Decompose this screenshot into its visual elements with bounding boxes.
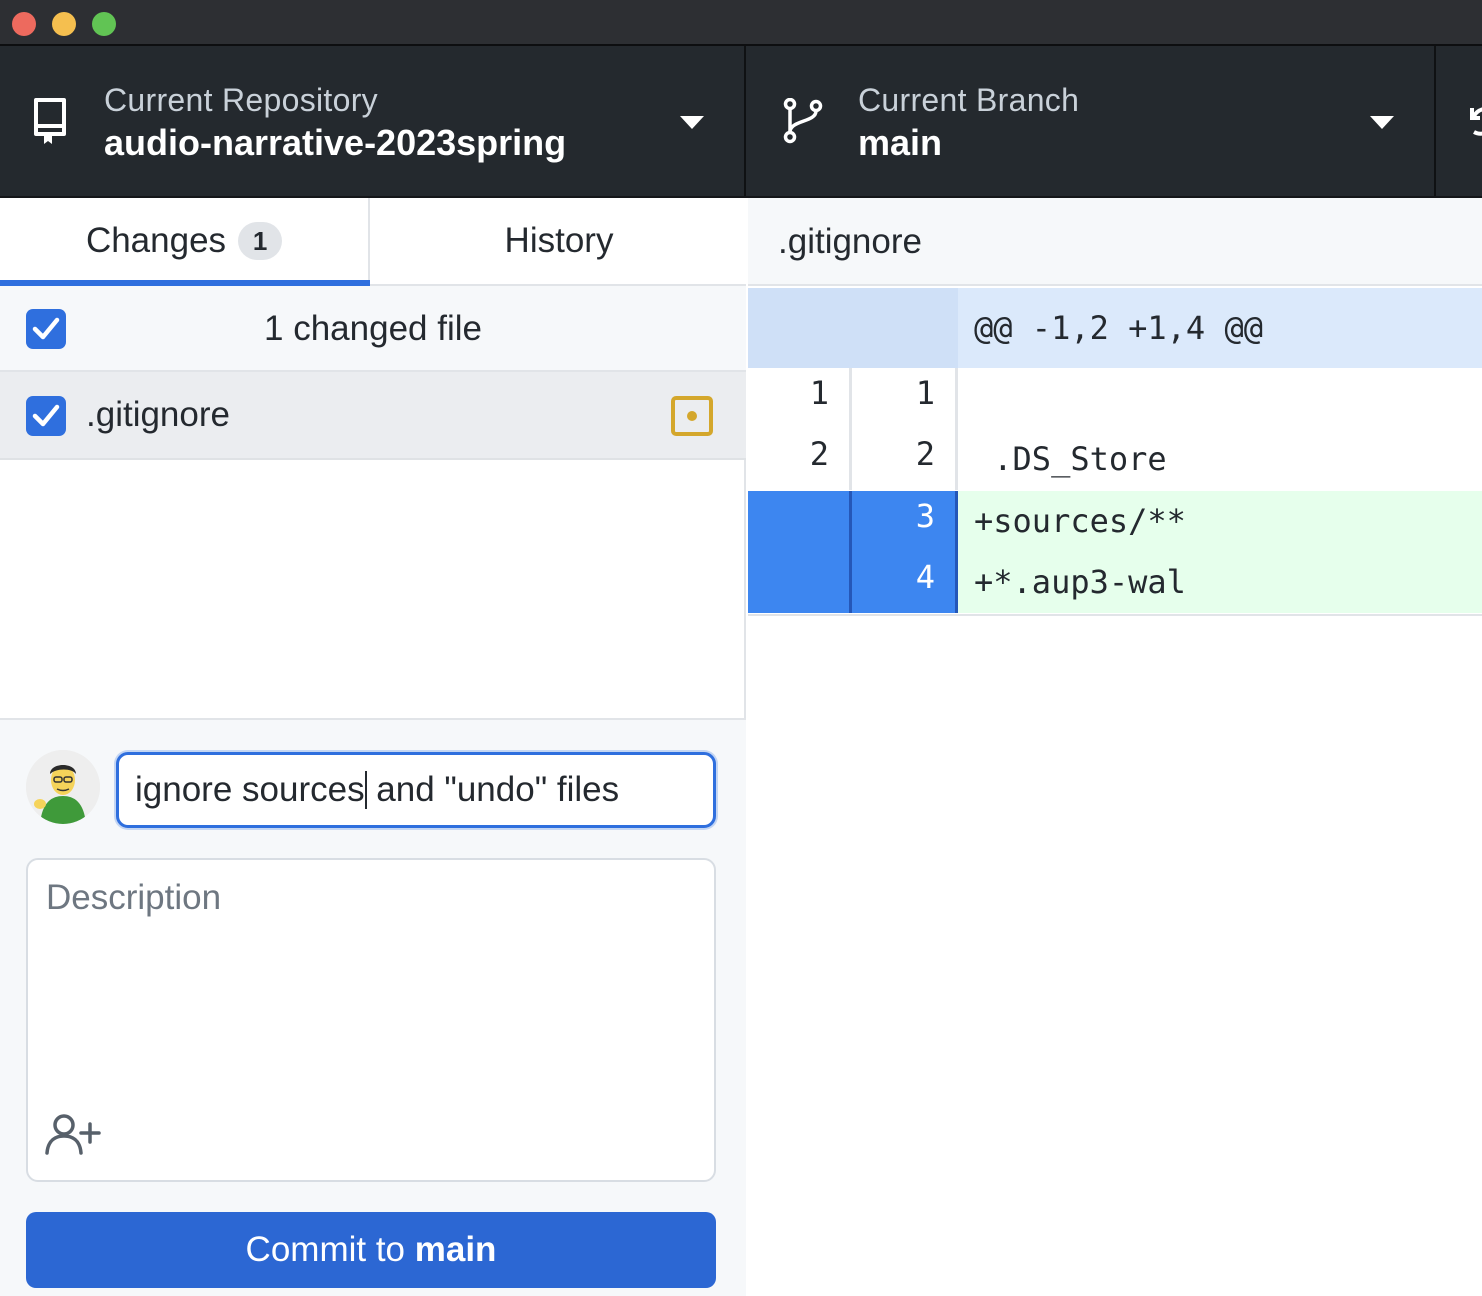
commit-button-label: Commit to <box>245 1230 415 1269</box>
checkmark-icon <box>32 404 60 427</box>
chevron-down-icon <box>680 116 704 129</box>
repo-icon <box>30 96 70 153</box>
diff-line-text: +sources/** <box>974 502 1186 540</box>
tab-changes-label: Changes <box>85 221 227 260</box>
changed-file-name: .gitignore <box>86 395 230 434</box>
new-line-number: 3 <box>852 491 958 552</box>
commit-button[interactable]: Commit to main <box>26 1212 716 1288</box>
hunk-header-text: @@ -1,2 +1,4 @@ <box>974 309 1263 347</box>
select-all-checkbox[interactable] <box>26 309 66 349</box>
git-branch-icon <box>782 97 824 149</box>
maximize-window-button[interactable] <box>92 12 116 36</box>
summary-text-after-cursor: and "undo" files <box>366 770 620 809</box>
commit-summary-input[interactable]: ignore sources and "undo" files <box>116 752 716 828</box>
branch-label: Current Branch <box>858 82 1080 118</box>
changed-file-row[interactable]: .gitignore <box>0 372 746 460</box>
new-line-number: 4 <box>852 552 958 613</box>
toolbar: Current Repository audio-narrative-2023s… <box>0 46 1482 198</box>
old-line-number: 1 <box>748 368 852 429</box>
checkmark-icon <box>32 317 60 340</box>
diff-file-header: .gitignore <box>748 198 1482 286</box>
repository-label: Current Repository <box>104 82 378 118</box>
diff-pane: .gitignore @@ -1,2 +1,4 @@ 1 1 2 2 .DS_S… <box>748 198 1482 1296</box>
minimize-window-button[interactable] <box>52 12 76 36</box>
hunk-gutter <box>748 288 958 368</box>
old-line-number <box>748 552 852 613</box>
changes-list-header: 1 changed file <box>0 286 746 372</box>
window-titlebar <box>0 0 1482 46</box>
diff-line[interactable]: 2 2 .DS_Store <box>748 429 1482 490</box>
tab-changes[interactable]: Changes 1 <box>0 198 370 286</box>
sidebar-tabs: Changes 1 History <box>0 198 746 286</box>
current-branch-selector[interactable]: Current Branch main <box>748 46 1436 196</box>
changes-count-badge: 1 <box>238 222 283 260</box>
changed-files-count: 1 changed file <box>264 309 482 348</box>
new-line-number: 1 <box>852 368 958 429</box>
current-repository-selector[interactable]: Current Repository audio-narrative-2023s… <box>0 46 746 196</box>
chevron-down-icon <box>1370 116 1394 129</box>
file-modified-icon <box>671 396 713 436</box>
repository-name: audio-narrative-2023spring <box>104 122 567 163</box>
diff-file-path: .gitignore <box>778 222 922 261</box>
tab-history-label: History <box>504 221 614 260</box>
branch-name: main <box>858 122 943 163</box>
file-include-checkbox[interactable] <box>26 396 66 436</box>
diff-line-text: .DS_Store <box>974 440 1167 478</box>
diff-hunk-header[interactable]: @@ -1,2 +1,4 @@ <box>748 288 1482 368</box>
old-line-number: 2 <box>748 429 852 490</box>
new-line-number: 2 <box>852 429 958 490</box>
diff-divider <box>748 614 1482 616</box>
add-coauthor-icon[interactable] <box>44 1112 102 1161</box>
sidebar: Changes 1 History 1 changed file .gitign… <box>0 198 746 1296</box>
diff-line-added[interactable]: 3 +sources/** <box>748 491 1482 552</box>
commit-description-field[interactable]: Description <box>26 858 716 1182</box>
diff-line-added[interactable]: 4 +*.aup3-wal <box>748 552 1482 613</box>
commit-button-branch: main <box>414 1230 497 1269</box>
tab-history[interactable]: History <box>372 198 746 284</box>
old-line-number <box>748 491 852 552</box>
description-placeholder: Description <box>46 878 222 917</box>
fetch-origin-button[interactable] <box>1438 46 1482 196</box>
diff-line-text: +*.aup3-wal <box>974 563 1186 601</box>
sync-icon <box>1468 102 1482 147</box>
diff-line[interactable]: 1 1 <box>748 368 1482 429</box>
close-window-button[interactable] <box>12 12 36 36</box>
commit-message-area: ignore sources and "undo" files Descript… <box>0 718 746 1296</box>
summary-text-before-cursor: ignore sources <box>135 770 365 809</box>
user-avatar <box>26 750 100 824</box>
